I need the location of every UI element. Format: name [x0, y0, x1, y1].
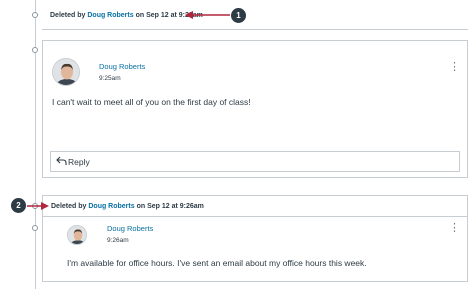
deleted-notice-1: Deleted by Doug Roberts on Sep 12 at 9:2…	[50, 12, 203, 19]
deleted-notice-2: Deleted by Doug Roberts on Sep 12 at 9:2…	[51, 203, 204, 210]
post-message: I'm available for office hours. I've sen…	[67, 258, 367, 268]
callout-badge-2: 2	[11, 198, 26, 213]
thread-dot	[32, 47, 38, 53]
reply-label: Reply	[68, 157, 90, 167]
discussion-post-2	[42, 216, 468, 282]
callout-badge-1: 1	[231, 8, 246, 23]
thread-line-main	[35, 0, 36, 289]
deleted-by-author-link[interactable]: Doug Roberts	[88, 203, 134, 210]
avatar[interactable]	[67, 225, 87, 245]
divider	[42, 29, 468, 30]
kebab-menu-icon[interactable]: ⋮	[449, 223, 460, 234]
kebab-menu-icon[interactable]: ⋮	[449, 62, 460, 73]
annotation-arrow-2	[25, 202, 49, 210]
deleted-prefix: Deleted by	[51, 203, 87, 210]
deleted-by-author-link[interactable]: Doug Roberts	[87, 12, 133, 19]
post-author-link[interactable]: Doug Roberts	[107, 224, 153, 233]
post-author-link[interactable]: Doug Roberts	[99, 62, 145, 71]
thread-dot	[32, 12, 38, 18]
avatar[interactable]	[52, 58, 80, 86]
annotation-arrow-1	[185, 11, 231, 19]
reply-button[interactable]	[50, 151, 460, 172]
deleted-prefix: Deleted by	[50, 12, 86, 19]
post-timestamp: 9:26am	[107, 237, 129, 244]
deleted-timestamp: on Sep 12 at 9:26am	[136, 203, 204, 210]
thread-dot	[32, 225, 38, 231]
post-message: I can't wait to meet all of you on the f…	[52, 97, 251, 107]
post-timestamp: 9:25am	[99, 75, 121, 82]
reply-arrow-icon	[56, 156, 67, 165]
